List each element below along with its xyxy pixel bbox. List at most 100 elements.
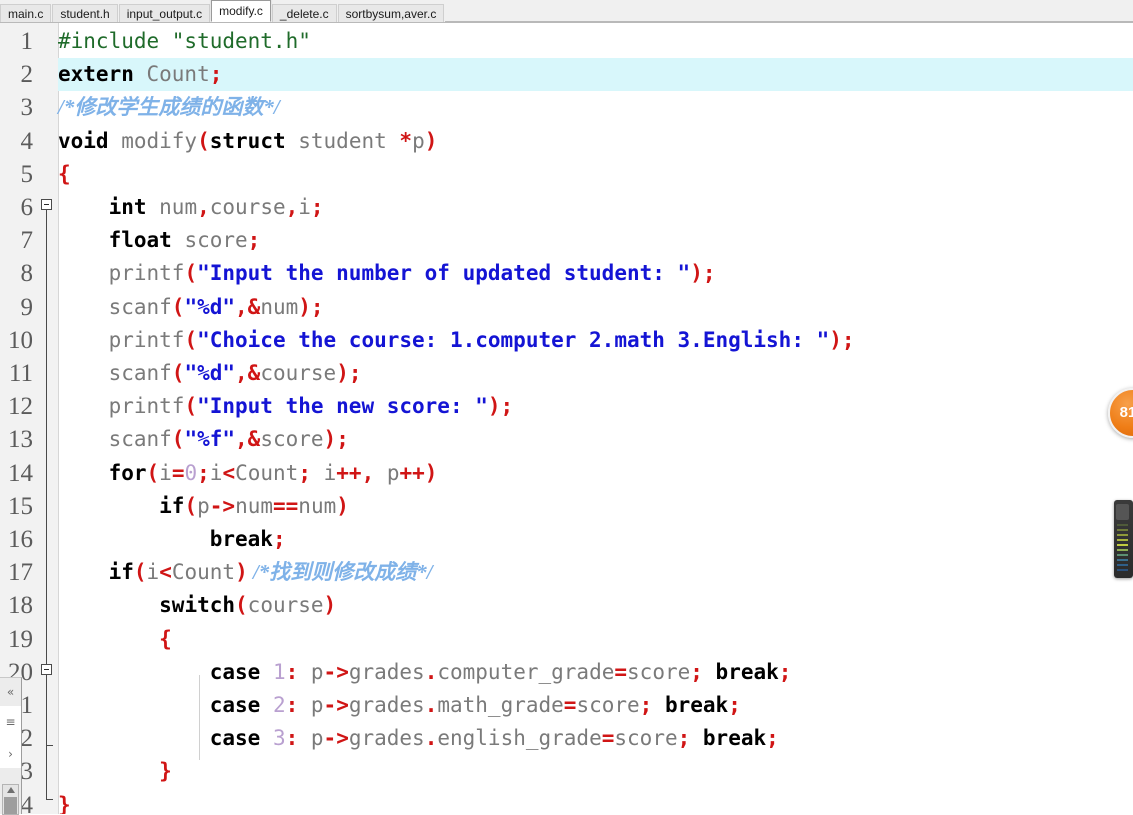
code-line[interactable]: 4 void modify(struct student *p): [0, 125, 1133, 158]
token-punct: =: [614, 659, 628, 684]
tab-sortbysum-aver-c[interactable]: sortbysum,aver.c: [337, 4, 445, 22]
code-text[interactable]: /*修改学生成绩的函数*/: [58, 91, 280, 124]
code-line[interactable]: 24}: [0, 789, 1133, 814]
code-text[interactable]: printf("Choice the course: 1.computer 2.…: [58, 324, 855, 357]
code-line[interactable]: 17 if(i<Count) /*找到则修改成绩*/: [0, 556, 1133, 589]
code-text[interactable]: }: [58, 789, 71, 814]
token-punct: ;: [310, 195, 324, 219]
code-line[interactable]: 8 printf("Input the number of updated st…: [0, 257, 1133, 290]
code-text[interactable]: break;: [58, 523, 286, 556]
token-punct: (: [171, 294, 185, 319]
code-text[interactable]: switch(course): [58, 589, 336, 622]
code-line[interactable]: 11 scanf("%d",&course);: [0, 357, 1133, 390]
token-punct: :: [285, 659, 299, 684]
token-id: p: [298, 726, 324, 751]
tab-input-output-c[interactable]: input_output.c: [118, 4, 211, 22]
code-line[interactable]: 22 case 3: p->grades.english_grade=score…: [0, 722, 1133, 755]
code-text[interactable]: float score;: [58, 224, 261, 257]
token-punct: ;: [728, 693, 741, 717]
code-line[interactable]: 18 switch(course): [0, 589, 1133, 622]
token-id: i: [159, 460, 172, 485]
code-line[interactable]: 14 for(i=0;i<Count; i++, p++): [0, 457, 1133, 490]
code-text[interactable]: scanf("%f",&score);: [58, 423, 349, 456]
token-kw: if: [108, 560, 134, 585]
token-id: p: [374, 460, 400, 485]
notification-badge[interactable]: 81: [1108, 388, 1133, 438]
code-text[interactable]: extern Count;: [58, 58, 222, 91]
code-line[interactable]: 9 scanf("%d",&num);: [0, 291, 1133, 324]
token-id: printf: [58, 394, 185, 419]
code-text[interactable]: }: [58, 755, 172, 788]
code-text[interactable]: {: [58, 623, 172, 656]
token-punct: .: [424, 659, 438, 684]
code-text[interactable]: case 3: p->grades.english_grade=score; b…: [58, 722, 779, 755]
scrollbar-thumb[interactable]: [4, 797, 17, 814]
token-kw: if: [159, 493, 185, 518]
token-brace: }: [58, 792, 71, 814]
token-kw: int: [108, 195, 147, 219]
code-text[interactable]: for(i=0;i<Count; i++, p++): [58, 457, 438, 490]
token-punct: );: [487, 394, 514, 419]
code-line[interactable]: 2 extern Count;: [0, 58, 1133, 92]
left-tool-strip[interactable]: « ≡ ›: [0, 677, 22, 815]
code-text[interactable]: if(p->num==num): [58, 490, 349, 523]
code-line[interactable]: 20 case 1: p->grades.computer_grade=scor…: [0, 656, 1133, 689]
code-line[interactable]: 6 int num,course,i;: [0, 191, 1133, 224]
chevron-right-icon[interactable]: ›: [0, 740, 21, 768]
code-text[interactable]: {: [58, 158, 71, 191]
code-text[interactable]: if(i<Count) /*找到则修改成绩*/: [58, 556, 433, 589]
line-number: 14: [8, 459, 33, 487]
token-punct: (: [146, 460, 160, 485]
token-id: course: [247, 593, 324, 618]
meter-thumb[interactable]: [1116, 504, 1129, 520]
code-text[interactable]: case 2: p->grades.math_grade=score; brea…: [58, 689, 741, 722]
code-line[interactable]: 19 {: [0, 623, 1133, 656]
code-line[interactable]: 13 scanf("%f",&score);: [0, 423, 1133, 456]
token-punct: ,: [197, 195, 210, 219]
code-line[interactable]: 16 break;: [0, 523, 1133, 556]
strip-scrollbar[interactable]: [2, 784, 19, 815]
tab-modify-c[interactable]: modify.c: [211, 0, 271, 22]
token-str: "%d": [184, 361, 236, 385]
code-line[interactable]: 3 /*修改学生成绩的函数*/: [0, 91, 1133, 124]
chevron-left-icon[interactable]: «: [0, 678, 21, 706]
token-punct: ;: [677, 726, 691, 751]
token-id: [58, 195, 109, 219]
level-meter-widget[interactable]: [1114, 500, 1133, 578]
code-line[interactable]: 21 case 2: p->grades.math_grade=score; b…: [0, 689, 1133, 722]
line-number: 18: [8, 592, 33, 620]
code-line[interactable]: 12 printf("Input the new score: ");: [0, 390, 1133, 423]
code-line[interactable]: 15 if(p->num==num): [0, 490, 1133, 523]
tab--delete-c[interactable]: _delete.c: [271, 4, 337, 22]
code-text[interactable]: int num,course,i;: [58, 191, 324, 224]
code-line[interactable]: 23 }: [0, 755, 1133, 788]
token-punct: ->: [323, 693, 349, 717]
code-line[interactable]: 5{: [0, 158, 1133, 191]
code-text[interactable]: case 1: p->grades.computer_grade=score; …: [58, 656, 792, 689]
token-id: score: [576, 693, 640, 717]
token-punct: ,&: [235, 361, 261, 385]
code-line[interactable]: 1 #include "student.h": [0, 25, 1133, 58]
scroll-up-arrow-icon[interactable]: [7, 787, 15, 793]
code-text[interactable]: #include "student.h": [58, 25, 311, 58]
code-text[interactable]: scanf("%d",&course);: [58, 357, 362, 390]
token-kw: break: [690, 726, 767, 751]
menu-icon[interactable]: ≡: [0, 708, 21, 736]
token-punct: ): [424, 128, 438, 153]
tab-student-h[interactable]: student.h: [52, 4, 118, 22]
code-line[interactable]: 10 printf("Choice the course: 1.computer…: [0, 324, 1133, 357]
token-id: score: [627, 659, 691, 684]
token-num: 3: [260, 726, 286, 751]
token-punct: .: [424, 693, 438, 717]
code-text[interactable]: scanf("%d",&num);: [58, 291, 324, 324]
code-text[interactable]: printf("Input the new score: ");: [58, 390, 514, 423]
code-text[interactable]: void modify(struct student *p): [58, 125, 437, 158]
tab-main-c[interactable]: main.c: [0, 4, 52, 22]
token-id: [58, 627, 159, 651]
token-kw: break: [209, 527, 273, 551]
code-editor[interactable]: 1 #include "student.h" 2 extern Count; 3 /*修改…: [0, 23, 1133, 814]
meter-tick: [1117, 539, 1128, 541]
code-text[interactable]: printf("Input the number of updated stud…: [58, 257, 716, 290]
code-line[interactable]: 7 float score;: [0, 224, 1133, 257]
token-id: math_grade: [437, 693, 564, 717]
